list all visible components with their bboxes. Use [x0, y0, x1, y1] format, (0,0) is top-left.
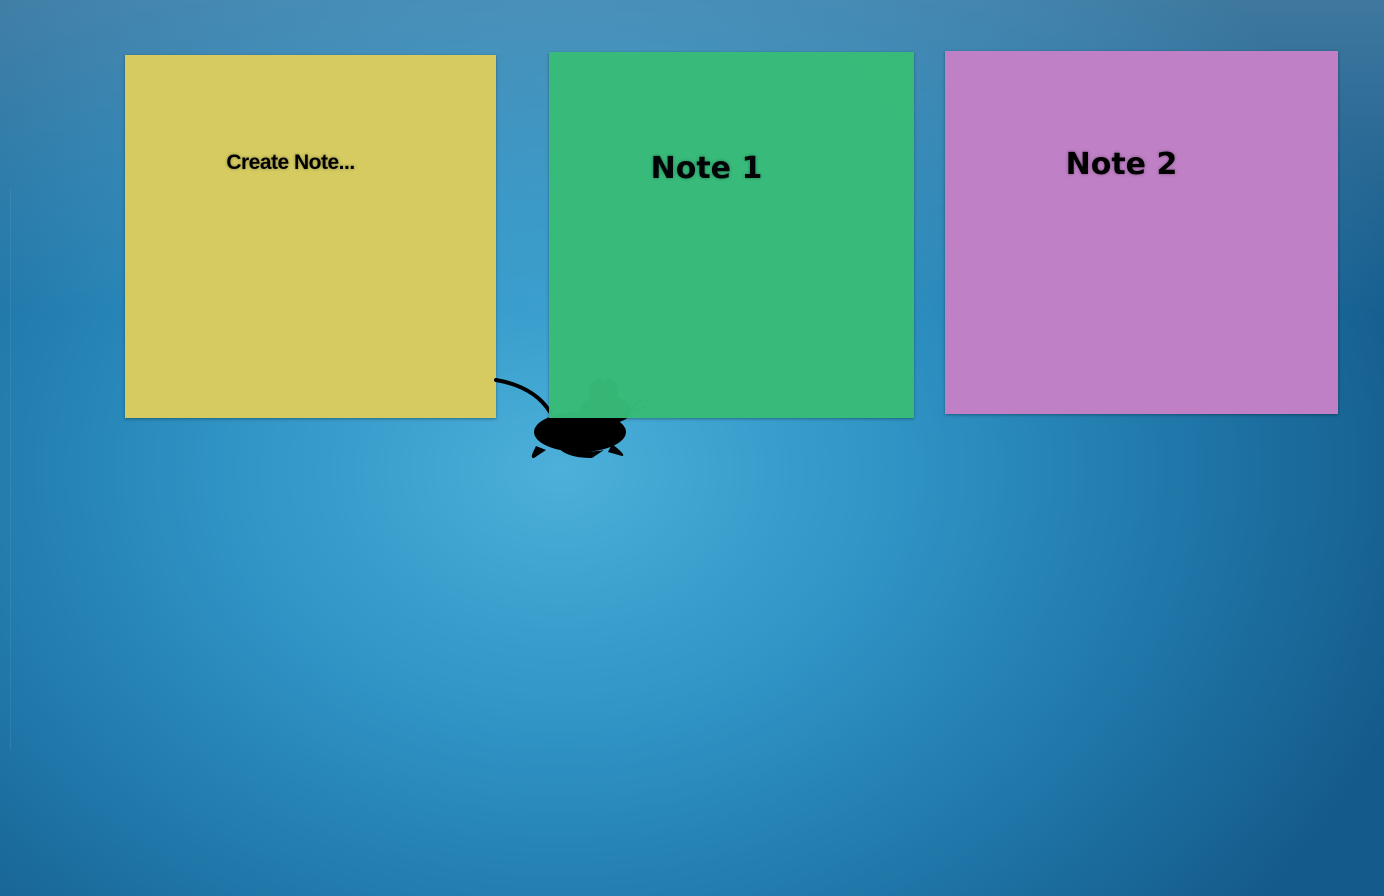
screen-edge	[10, 190, 11, 750]
note-title: Note 1	[650, 151, 763, 186]
create-note-label: Create Note...	[226, 151, 355, 174]
note-card[interactable]: Note 1	[549, 52, 914, 418]
create-note-card[interactable]: Create Note...	[125, 55, 496, 418]
note-card[interactable]: Note 2	[945, 51, 1338, 414]
note-title: Note 2	[1065, 147, 1178, 182]
desktop-background: Create Note... Note 1 Note 2	[0, 0, 1384, 896]
